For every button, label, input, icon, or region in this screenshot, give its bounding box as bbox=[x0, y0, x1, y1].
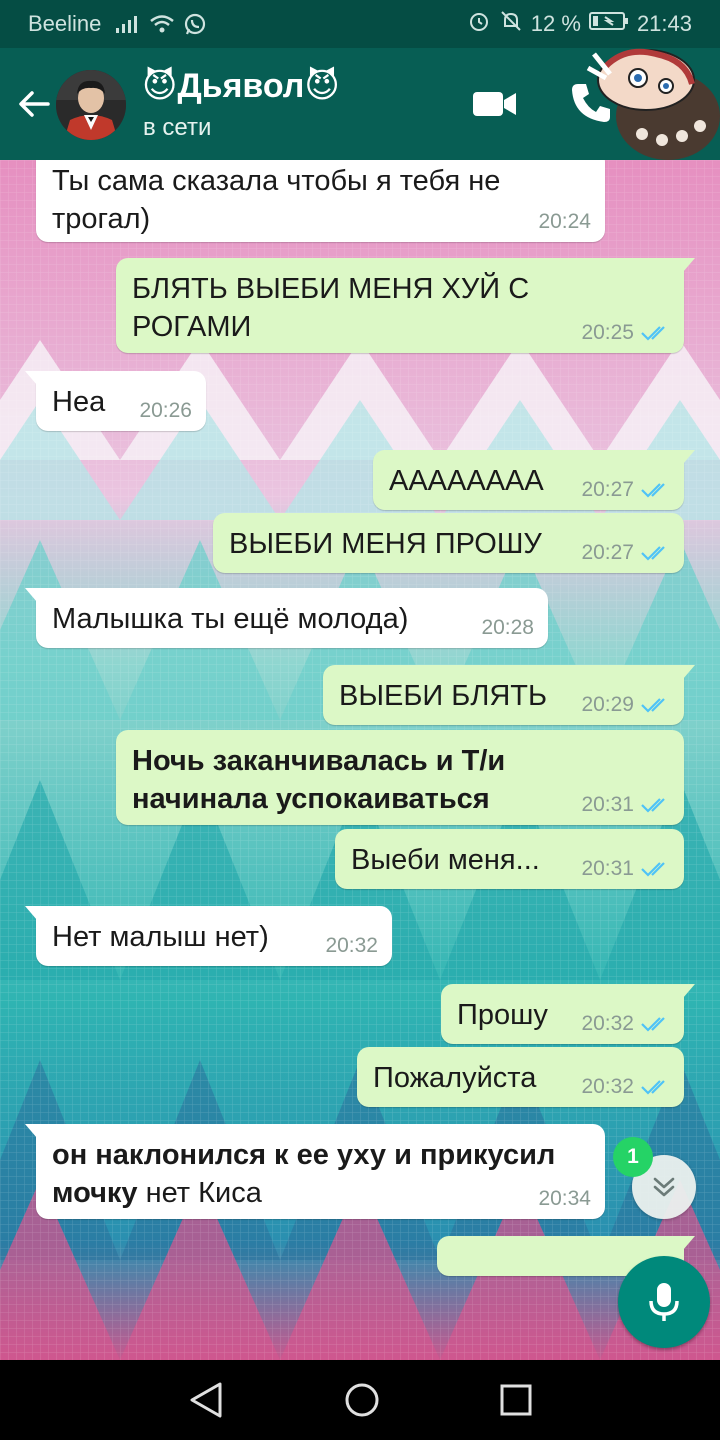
message-outgoing[interactable]: АААААААА 20:27 bbox=[373, 450, 695, 510]
contact-name-text: Дьявол bbox=[177, 66, 305, 105]
message-incoming[interactable]: Малышка ты ещё молода) 20:28 bbox=[25, 588, 548, 648]
read-ticks-icon bbox=[641, 326, 665, 341]
chat-area[interactable]: Ты сама сказала чтобы я тебя не трогал) … bbox=[0, 160, 720, 1360]
double-chevron-down-icon bbox=[653, 1177, 675, 1197]
sticker-image bbox=[576, 44, 720, 162]
message-incoming[interactable]: Неа 20:26 bbox=[25, 371, 206, 431]
message-time: 20:27 bbox=[581, 478, 634, 501]
wifi-icon bbox=[149, 14, 175, 34]
message-bold-text: Ночь заканчивалась и Т/и начинала успока… bbox=[132, 745, 506, 815]
read-ticks-icon bbox=[641, 698, 665, 713]
whatsapp-notification-icon bbox=[183, 12, 207, 36]
read-ticks-icon bbox=[641, 1017, 665, 1032]
nav-home-button[interactable] bbox=[338, 1376, 386, 1424]
clock-time: 21:43 bbox=[636, 11, 692, 36]
unread-count-badge: 1 bbox=[613, 1137, 653, 1177]
avatar[interactable] bbox=[56, 70, 126, 140]
message-time: 20:31 bbox=[581, 793, 634, 816]
message-outgoing[interactable]: БЛЯТЬ ВЫЕБИ МЕНЯ ХУЙ С РОГАМИ 20:25 bbox=[116, 258, 695, 353]
message-time: 20:25 bbox=[581, 321, 634, 344]
read-ticks-icon bbox=[641, 1080, 665, 1095]
message-text: Ты сама сказала чтобы я тебя не трогал) bbox=[52, 165, 501, 235]
read-ticks-icon bbox=[641, 483, 665, 498]
mute-icon bbox=[499, 9, 523, 39]
message-bold-text: он наклонился к ее уху и прикусил мочку bbox=[52, 1139, 556, 1209]
contact-name[interactable]: 😈 Дьявол 😈 bbox=[142, 66, 340, 106]
message-time: 20:28 bbox=[481, 616, 534, 639]
status-bar: Beeline 12 % 21:43 bbox=[0, 0, 720, 48]
triangle-back-icon bbox=[190, 1382, 222, 1418]
battery-icon bbox=[588, 11, 629, 37]
message-text: он наклонился к ее уху и прикусил мочку … bbox=[52, 1136, 589, 1212]
system-navigation-bar bbox=[0, 1360, 720, 1440]
message-plain-text: нет Киса bbox=[137, 1177, 262, 1209]
message-time: 20:31 bbox=[581, 857, 634, 880]
message-time: 20:27 bbox=[581, 541, 634, 564]
message-outgoing[interactable]: Выеби меня... 20:31 bbox=[335, 829, 684, 889]
read-ticks-icon bbox=[641, 798, 665, 813]
contact-status: в сети bbox=[143, 114, 212, 141]
read-ticks-icon bbox=[641, 546, 665, 561]
message-incoming[interactable]: Нет малыш нет) 20:32 bbox=[25, 906, 392, 966]
battery-percent: 12 % bbox=[530, 11, 581, 36]
video-call-button[interactable] bbox=[470, 84, 520, 124]
carrier-name: Beeline bbox=[28, 11, 102, 36]
message-outgoing[interactable]: Ночь заканчивалась и Т/и начинала успока… bbox=[116, 730, 684, 825]
message-outgoing[interactable]: Пожалуйста 20:32 bbox=[357, 1047, 684, 1107]
alarm-icon bbox=[467, 9, 491, 39]
devil-emoji-icon: 😈 bbox=[304, 67, 340, 105]
video-call-icon bbox=[473, 92, 516, 116]
devil-emoji-icon: 😈 bbox=[142, 67, 178, 105]
message-time: 20:32 bbox=[581, 1075, 634, 1098]
message-time: 20:29 bbox=[581, 693, 634, 716]
back-arrow-icon bbox=[19, 91, 50, 117]
microphone-icon bbox=[649, 1283, 679, 1321]
circle-home-icon bbox=[345, 1383, 379, 1417]
message-time: 20:24 bbox=[538, 210, 591, 233]
back-button[interactable] bbox=[12, 78, 56, 130]
voice-message-button[interactable] bbox=[618, 1256, 710, 1348]
nav-recents-button[interactable] bbox=[494, 1378, 538, 1422]
message-time: 20:32 bbox=[325, 934, 378, 957]
message-time: 20:32 bbox=[581, 1012, 634, 1035]
nav-back-button[interactable] bbox=[180, 1378, 230, 1422]
message-text: Малышка ты ещё молода) bbox=[52, 603, 409, 635]
signal-icon bbox=[115, 14, 141, 34]
message-outgoing[interactable]: Прошу 20:32 bbox=[441, 984, 695, 1044]
message-incoming[interactable]: Ты сама сказала чтобы я тебя не трогал) … bbox=[36, 160, 605, 242]
message-outgoing[interactable]: ВЫЕБИ БЛЯТЬ 20:29 bbox=[323, 665, 695, 725]
message-outgoing[interactable]: ВЫЕБИ МЕНЯ ПРОШУ 20:27 bbox=[213, 513, 684, 573]
chat-header: 😈 Дьявол 😈 в сети bbox=[0, 48, 720, 160]
message-time: 20:34 bbox=[538, 1187, 591, 1210]
square-recents-icon bbox=[500, 1384, 532, 1416]
message-incoming[interactable]: он наклонился к ее уху и прикусил мочку … bbox=[25, 1124, 605, 1219]
message-time: 20:26 bbox=[139, 399, 192, 422]
read-ticks-icon bbox=[641, 862, 665, 877]
